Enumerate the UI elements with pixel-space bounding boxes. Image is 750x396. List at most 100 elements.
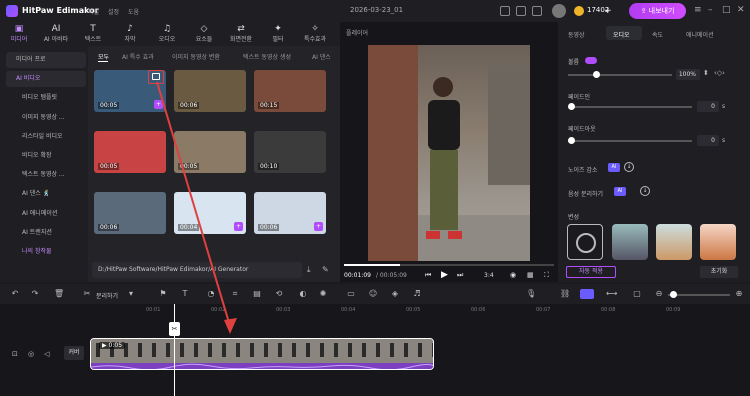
download-icon[interactable]: ↓ xyxy=(624,162,634,172)
lock-icon[interactable]: ⊡ xyxy=(12,350,18,358)
play-icon[interactable]: ▶ xyxy=(441,270,448,280)
snapshot-icon[interactable]: ◉ xyxy=(510,271,516,279)
fullscreen-icon[interactable]: ⛶ xyxy=(544,271,549,280)
menu-help[interactable]: 도움 xyxy=(128,7,139,16)
voice-avatar-1[interactable] xyxy=(612,224,648,260)
next-frame-icon[interactable]: ⏭ xyxy=(457,271,463,280)
eye-icon[interactable]: ◎ xyxy=(28,350,34,358)
monitor-icon[interactable] xyxy=(500,6,510,16)
sidebar-item-8[interactable]: AI 애니메이션 xyxy=(6,206,86,222)
tab-image-to-video[interactable]: 이미지 동영상 변환 xyxy=(172,52,220,61)
fadein-knob[interactable] xyxy=(568,103,575,110)
volume-knob[interactable] xyxy=(593,71,600,78)
caption-icon[interactable]: ▭ xyxy=(346,289,356,299)
prev-frame-icon[interactable]: ⏮ xyxy=(425,271,431,280)
close-icon[interactable]: ✕ xyxy=(737,5,745,15)
auto-apply-button[interactable]: 자동 적용 xyxy=(566,266,616,278)
sidebar-item-9[interactable]: AI 트랜지션 xyxy=(6,225,86,241)
freeze-icon[interactable]: ▤ xyxy=(252,289,262,299)
add-credits-button[interactable]: + xyxy=(604,5,614,17)
fit-icon[interactable]: ▢ xyxy=(632,289,642,299)
face-icon[interactable]: ☺ xyxy=(368,289,378,299)
sidebar-item-4[interactable]: 리스타일 비디오 xyxy=(6,129,86,145)
toolbar-item-7[interactable]: ✦ 필터 xyxy=(263,22,293,46)
sidebar-item-5[interactable]: 비디오 확장 xyxy=(6,148,86,164)
tab-audio[interactable]: 오디오 xyxy=(613,30,630,39)
undo-icon[interactable]: ↶ xyxy=(10,289,20,299)
tab-video[interactable]: 동영상 xyxy=(568,30,585,39)
avatar[interactable] xyxy=(552,4,566,18)
menu-icon[interactable]: ≡ xyxy=(694,5,702,15)
tab-ai-dance[interactable]: AI 댄스 xyxy=(312,52,331,61)
sidebar-item-7[interactable]: AI 댄스 🕺 xyxy=(6,186,86,202)
media-thumb[interactable]: 00:15 xyxy=(254,70,326,112)
toolbar-item-1[interactable]: AI AI 아바타 xyxy=(41,22,71,46)
export-button[interactable]: ⇪ 내보내기 xyxy=(629,3,686,19)
keyframe-icon[interactable]: ‹◇› xyxy=(714,69,725,77)
speaker-icon[interactable]: ◁ xyxy=(44,350,49,358)
reverse-icon[interactable]: ⟲ xyxy=(274,289,284,299)
snap-icon[interactable]: ⟷ xyxy=(606,289,617,299)
mic-icon[interactable]: 🎙 xyxy=(526,289,536,299)
toolbar-item-8[interactable]: ✧ 특수효과 xyxy=(300,22,330,46)
tab-ai-effects[interactable]: AI 특수 효과 xyxy=(122,52,154,61)
minimize-icon[interactable]: – xyxy=(708,5,713,15)
add-icon[interactable]: + xyxy=(314,222,323,231)
effect-icon[interactable]: ✺ xyxy=(318,289,328,299)
video-frame[interactable] xyxy=(368,45,530,261)
zoom-knob[interactable] xyxy=(670,291,677,298)
voice-none-button[interactable] xyxy=(567,224,603,260)
aspect-ratio[interactable]: 3:4 xyxy=(484,272,494,279)
quality-icon[interactable]: ▦ xyxy=(527,271,534,279)
export-media-icon[interactable]: ⤓ xyxy=(307,265,311,275)
volume-value[interactable]: 100% xyxy=(676,69,700,80)
tab-text-to-video[interactable]: 텍스트 동영상 생성 xyxy=(243,52,291,61)
tab-animation[interactable]: 애니메이션 xyxy=(686,30,714,39)
sidebar-item-1[interactable]: AI 비디오 xyxy=(6,71,86,88)
link-icon[interactable]: ⛓ xyxy=(560,289,570,299)
split-label[interactable]: 분리하기 xyxy=(96,291,118,300)
sidebar-item-0[interactable]: 미디어 프로 xyxy=(6,52,86,68)
fadein-slider[interactable] xyxy=(568,106,692,108)
voice-avatar-2[interactable] xyxy=(656,224,692,260)
sidebar-item-6[interactable]: 텍스트 동영상 ... xyxy=(6,167,86,183)
redo-icon[interactable]: ↷ xyxy=(30,289,40,299)
download-icon[interactable]: ↓ xyxy=(640,186,650,196)
zoom-in-icon[interactable]: ⊕ xyxy=(734,289,744,299)
volume-stepper-icon[interactable]: ⬍ xyxy=(703,69,709,77)
menu-file[interactable]: 파일 xyxy=(88,7,99,16)
chevron-down-icon[interactable]: ▾ xyxy=(126,289,136,299)
voice-avatar-3[interactable] xyxy=(700,224,736,260)
maximize-icon[interactable]: □ xyxy=(722,5,731,15)
message-icon[interactable] xyxy=(516,6,526,16)
split-icon[interactable]: ✂ xyxy=(82,289,92,299)
toolbar-item-3[interactable]: ♪ 자막 xyxy=(115,22,145,46)
menu-settings[interactable]: 설정 xyxy=(108,7,119,16)
music-icon[interactable]: ♬ xyxy=(412,289,422,299)
sidebar-item-10[interactable]: 나의 창작물 xyxy=(6,244,86,260)
toolbar-item-2[interactable]: T 텍스트 xyxy=(78,22,108,46)
fadeout-value[interactable]: 0 xyxy=(697,135,719,146)
zoom-slider[interactable] xyxy=(668,294,730,296)
delete-icon[interactable]: 🗑 xyxy=(54,289,64,299)
color-icon[interactable]: ◐ xyxy=(298,289,308,299)
media-thumb[interactable]: 00:10 xyxy=(254,131,326,173)
volume-slider[interactable] xyxy=(568,74,672,76)
toolbar-item-4[interactable]: ♫ 오디오 xyxy=(152,22,182,46)
toolbar-item-5[interactable]: ◇ 요소들 xyxy=(189,22,219,46)
sidebar-item-2[interactable]: 비디오 템플릿 xyxy=(6,90,86,106)
toolbar-item-0[interactable]: ▣ 미디어 xyxy=(4,22,34,46)
sidebar-item-3[interactable]: 이미지 동영상 ... xyxy=(6,110,86,126)
toolbar-item-6[interactable]: ⇄ 화면전환 xyxy=(226,22,256,46)
edit-icon[interactable]: ✎ xyxy=(322,265,329,274)
fadeout-slider[interactable] xyxy=(568,140,692,142)
zoom-out-icon[interactable]: ⊖ xyxy=(654,289,664,299)
fadeout-knob[interactable] xyxy=(568,137,575,144)
tab-speed[interactable]: 속도 xyxy=(652,30,663,39)
volume-toggle[interactable] xyxy=(585,57,597,64)
reset-button[interactable]: 초기화 xyxy=(700,266,738,278)
video-clip[interactable]: ▶ 0:05 xyxy=(90,338,434,370)
magnet-icon[interactable] xyxy=(580,289,594,299)
tab-all[interactable]: 모두 xyxy=(98,52,109,61)
inbox-icon[interactable] xyxy=(532,6,542,16)
